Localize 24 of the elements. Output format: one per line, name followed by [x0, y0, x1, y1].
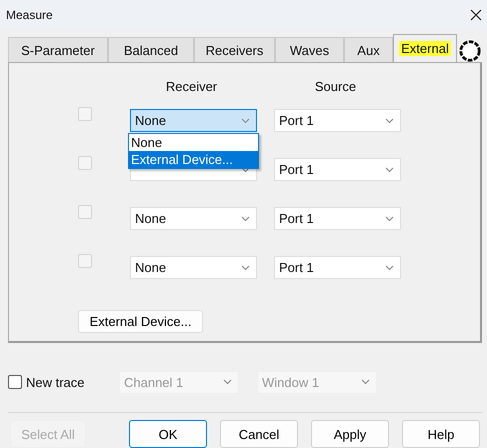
dropdown[interactable]: Port 1: [274, 256, 401, 279]
dropdown[interactable]: None: [130, 109, 257, 132]
dialog-button[interactable]: Cancel: [220, 420, 298, 448]
dialog-button[interactable]: Help: [402, 420, 480, 448]
tab[interactable]: Aux: [344, 37, 393, 62]
dropdown[interactable]: Port 1: [274, 109, 401, 132]
dropdown[interactable]: Port 1: [274, 207, 401, 230]
dropdown[interactable]: None: [130, 207, 257, 230]
dialog-button[interactable]: OK: [129, 420, 207, 448]
dropdown-option[interactable]: External Device...: [129, 151, 258, 168]
tab[interactable]: S-Parameter: [8, 37, 108, 62]
tab[interactable]: Waves: [275, 37, 344, 62]
tab[interactable]: External: [393, 34, 457, 62]
tab[interactable]: Balanced: [108, 37, 194, 62]
external-device-button[interactable]: External Device...: [78, 310, 203, 333]
window-title: Measure: [6, 8, 53, 22]
column-header: Source: [314, 79, 358, 96]
column-header: Receiver: [164, 79, 218, 96]
checkbox-label: New trace: [26, 374, 86, 390]
tab[interactable]: Receivers: [194, 37, 275, 62]
dropdown-option[interactable]: None: [129, 134, 258, 151]
dropdown[interactable]: Port 1: [274, 158, 401, 181]
dropdown[interactable]: None: [130, 256, 257, 279]
dialog-button[interactable]: Apply: [311, 420, 389, 448]
